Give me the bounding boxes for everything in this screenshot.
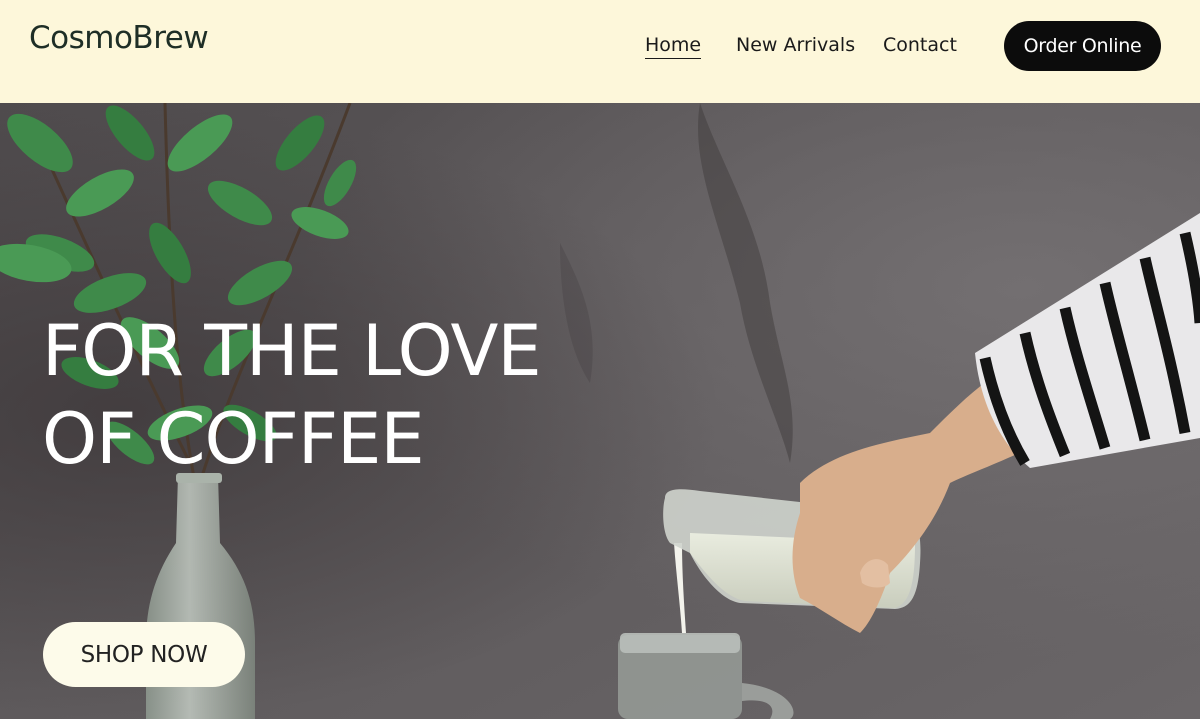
nav-home[interactable]: Home (645, 34, 702, 59)
nav-contact[interactable]: Contact (883, 34, 957, 56)
hero-headline-line1: FOR THE LOVE (42, 310, 542, 392)
shop-now-button[interactable]: SHOP NOW (43, 622, 245, 687)
site-header: CosmoBrew Home New Arrivals Contact Orde… (0, 0, 1200, 103)
hero-headline-line2: OF COFFEE (42, 398, 425, 480)
hero-headline: FOR THE LOVE OF COFFEE (42, 307, 542, 483)
logo[interactable]: CosmoBrew (29, 20, 209, 56)
hero-section: FOR THE LOVE OF COFFEE SHOP NOW (0, 103, 1200, 719)
nav-new-arrivals[interactable]: New Arrivals (736, 34, 855, 56)
order-online-button[interactable]: Order Online (1004, 21, 1161, 71)
